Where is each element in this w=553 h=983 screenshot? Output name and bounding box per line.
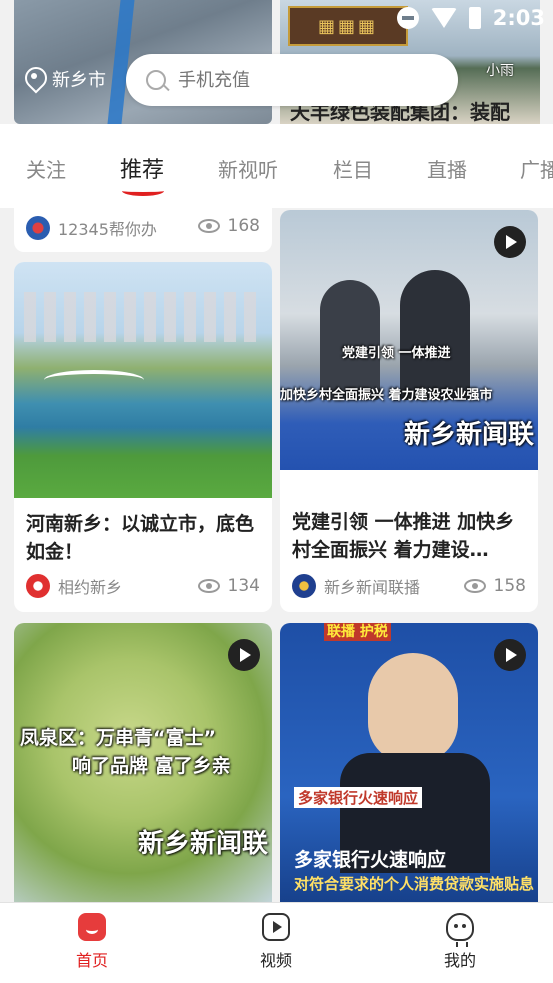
location-selector[interactable]: 新乡市 <box>24 66 106 92</box>
channel-tabs: 关注 推荐 新视听 栏目 直播 广播 <box>0 124 553 208</box>
play-icon[interactable] <box>228 639 260 671</box>
eye-icon <box>197 579 220 593</box>
card-thumbnail[interactable]: 凤泉区：万串青“富士” 响了品牌 富了乡亲 新乡新闻联 <box>14 623 272 913</box>
card-title[interactable]: 河南新乡：以诚立市，底色如金！ <box>26 510 262 566</box>
source-avatar <box>292 574 316 598</box>
app-screen: ▦▦▦ 小雨 天丰绿色装配集团：装配 2:03 新乡市 关注 推荐 新视听 栏目… <box>0 0 553 983</box>
wifi-icon <box>430 8 457 28</box>
play-icon[interactable] <box>494 226 526 258</box>
tab-follow[interactable]: 关注 <box>26 154 66 183</box>
card-meta: 12345帮你办 <box>26 216 157 240</box>
tab-recommend[interactable]: 推荐 <box>120 152 164 184</box>
feed-card[interactable]: 党建引领 一体推进 加快乡村全面振兴 着力建设农业强市 新乡新闻联 党建引领 一… <box>280 210 538 612</box>
card-thumbnail[interactable]: 联播 护税 多家银行火速响应 多家银行火速响应 对符合要求的个人消费贷款实施贴息 <box>280 623 538 913</box>
card-meta: 相约新乡 <box>26 574 122 598</box>
home-icon <box>78 913 106 941</box>
tab-columns[interactable]: 栏目 <box>333 154 373 183</box>
tab-live[interactable]: 直播 <box>427 154 467 183</box>
do-not-disturb-icon <box>396 7 419 29</box>
tab-new-audiovisual[interactable]: 新视听 <box>218 154 278 183</box>
view-count: 134 <box>197 576 260 596</box>
weather-text: 小雨 <box>486 63 514 79</box>
feed-card[interactable]: 联播 护税 多家银行火速响应 多家银行火速响应 对符合要求的个人消费贷款实施贴息 <box>280 623 538 913</box>
active-tab-indicator <box>122 186 164 196</box>
feed-card[interactable]: 河南新乡：以诚立市，底色如金！ 相约新乡 134 <box>14 262 272 612</box>
video-icon <box>262 913 290 941</box>
location-label: 新乡市 <box>52 70 106 91</box>
overlay-caption: 加快乡村全面振兴 着力建设农业强市 <box>280 388 493 403</box>
view-count: 168 <box>197 216 260 236</box>
overlay-caption: 凤泉区：万串青“富士” <box>20 727 216 749</box>
eye-icon <box>197 219 220 233</box>
source-name: 相约新乡 <box>58 578 123 597</box>
nav-home-label: 首页 <box>75 951 108 970</box>
play-icon[interactable] <box>494 639 526 671</box>
overlay-caption: 多家银行火速响应 <box>294 849 447 871</box>
feed-card-partial[interactable]: 12345帮你办 168 <box>14 208 272 252</box>
battery-icon <box>468 7 481 29</box>
overlay-caption: 多家银行火速响应 <box>294 787 423 808</box>
profile-icon <box>446 913 474 947</box>
card-title[interactable]: 党建引领 一体推进 加快乡村全面振兴 着力建设… <box>292 508 528 564</box>
bottom-nav: 首页 视频 我的 <box>0 902 553 983</box>
search-icon <box>146 70 166 90</box>
overlay-brand: 新乡新闻联 <box>138 829 269 859</box>
overlay-tag: 联播 护税 <box>324 623 391 641</box>
overlay-brand: 新乡新闻联 <box>404 420 535 450</box>
nav-me-label: 我的 <box>443 951 476 970</box>
header-banner[interactable]: ▦▦▦ 小雨 天丰绿色装配集团：装配 2:03 新乡市 <box>0 0 553 124</box>
overlay-caption: 响了品牌 富了乡亲 <box>72 755 231 777</box>
location-pin-icon <box>24 67 44 91</box>
status-bar: 2:03 <box>396 6 545 30</box>
source-avatar <box>26 216 50 240</box>
nav-video-label: 视频 <box>259 951 292 970</box>
feed-card[interactable]: 凤泉区：万串青“富士” 响了品牌 富了乡亲 新乡新闻联 <box>14 623 272 913</box>
overlay-caption: 对符合要求的个人消费贷款实施贴息 <box>294 875 535 893</box>
source-name: 12345帮你办 <box>58 220 157 239</box>
view-count: 158 <box>463 576 526 596</box>
eye-icon <box>463 579 486 593</box>
nav-home[interactable]: 首页 <box>62 913 122 971</box>
card-thumbnail[interactable] <box>14 262 272 498</box>
search-bar[interactable] <box>126 54 458 106</box>
source-avatar <box>26 574 50 598</box>
building-sign: ▦▦▦ <box>288 6 408 46</box>
search-input[interactable] <box>178 69 418 91</box>
status-time: 2:03 <box>492 6 545 30</box>
card-thumbnail[interactable]: 党建引领 一体推进 加快乡村全面振兴 着力建设农业强市 新乡新闻联 <box>280 210 538 470</box>
card-meta: 新乡新闻联播 <box>292 574 420 598</box>
nav-video[interactable]: 视频 <box>246 913 306 971</box>
tab-radio[interactable]: 广播 <box>520 154 553 183</box>
overlay-caption: 党建引领 一体推进 <box>342 346 451 361</box>
nav-me[interactable]: 我的 <box>430 913 490 971</box>
source-name: 新乡新闻联播 <box>324 578 421 597</box>
